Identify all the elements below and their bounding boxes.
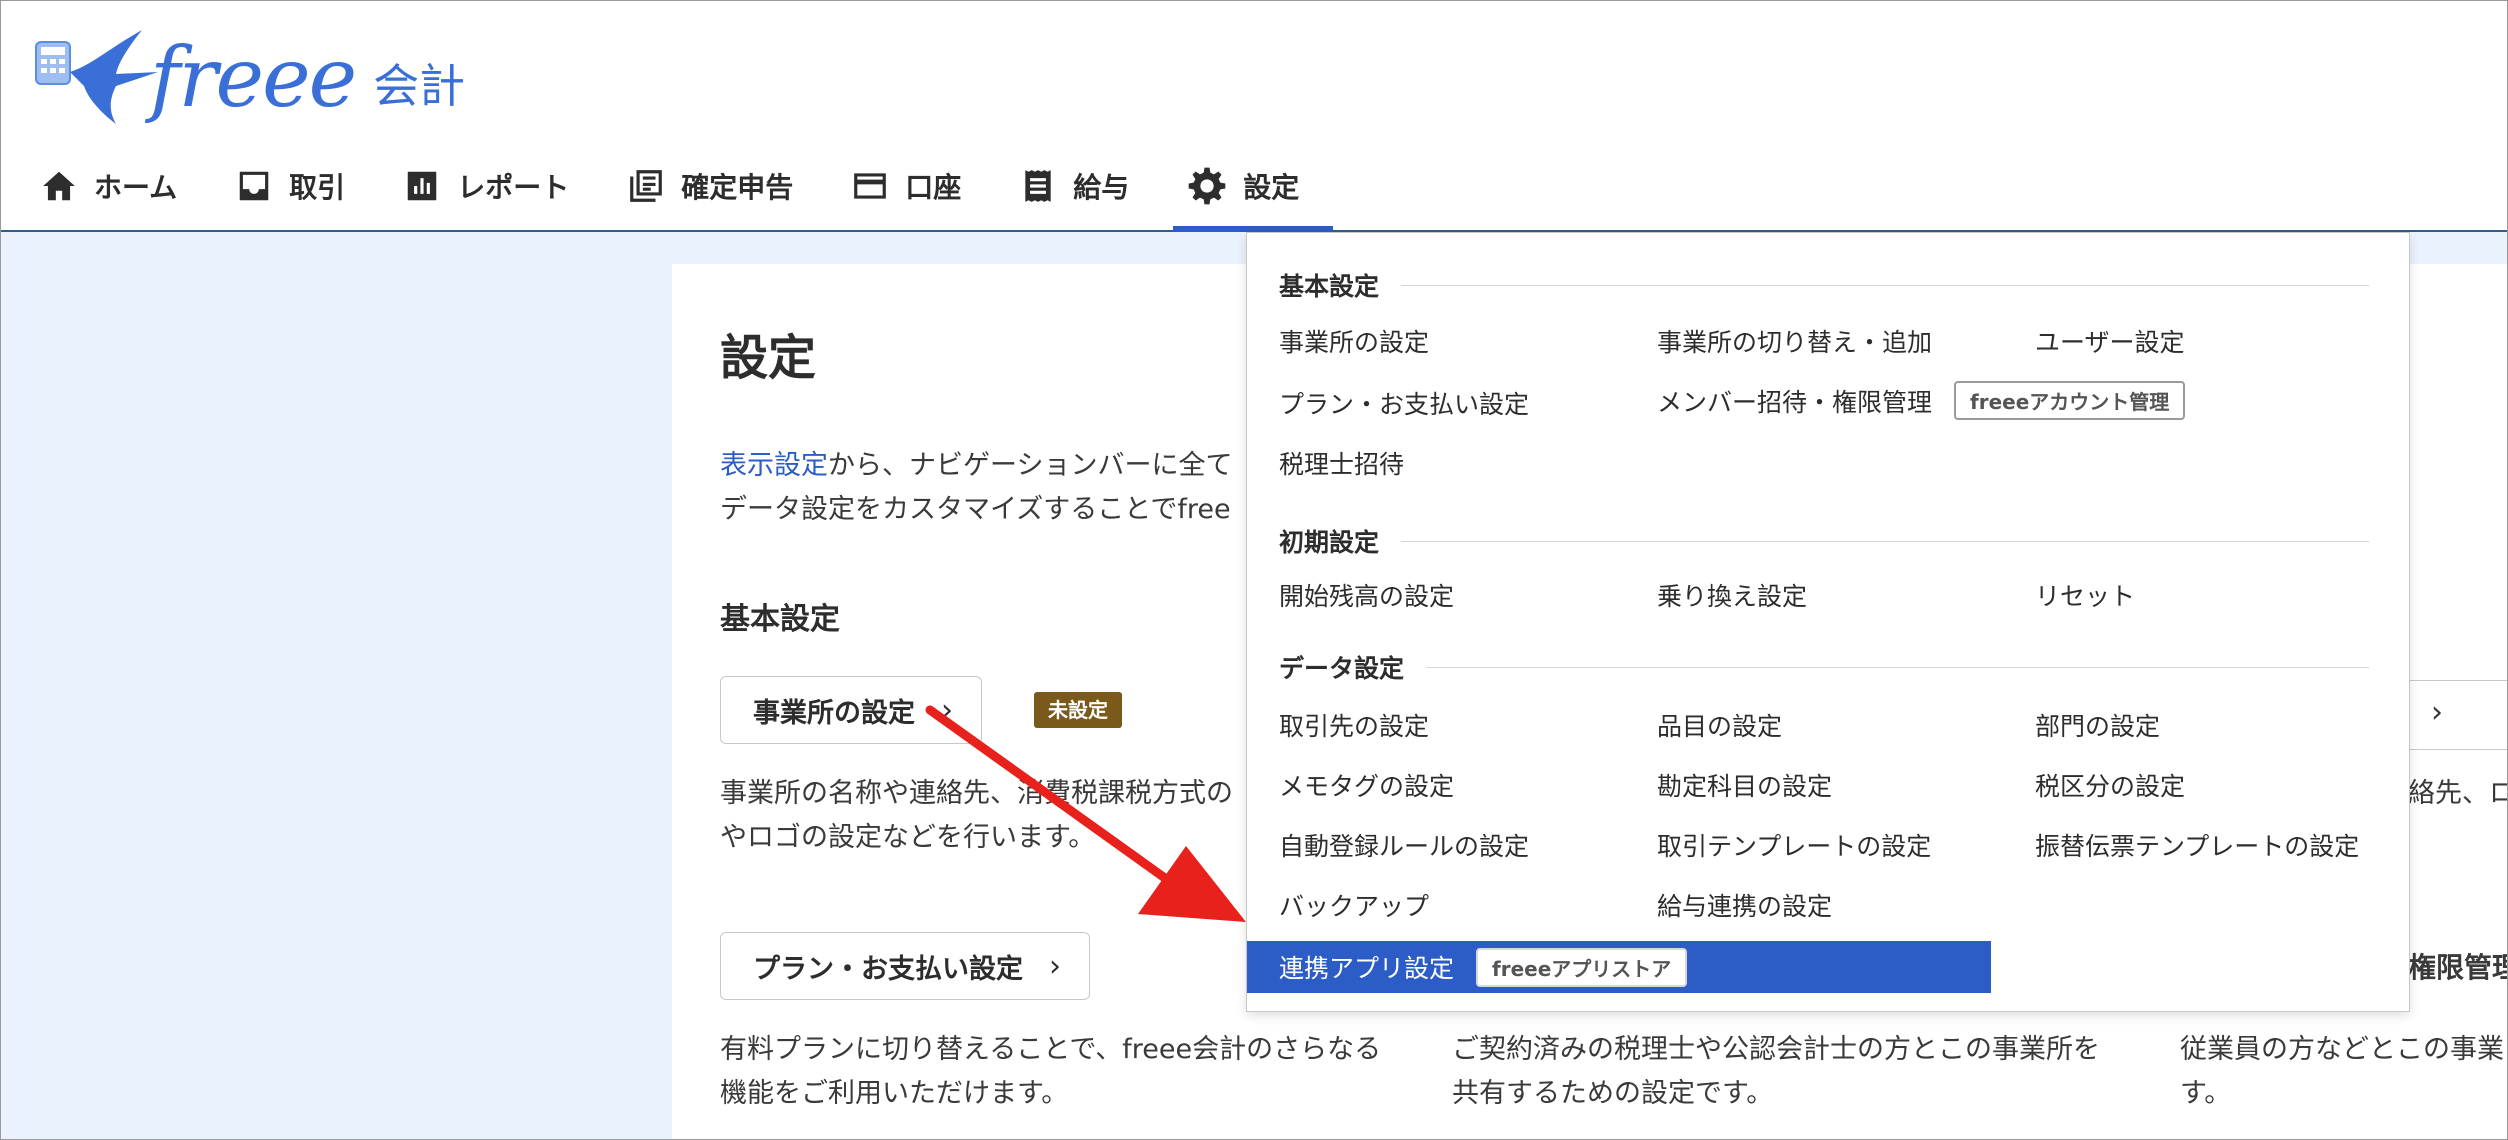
menu-memotags[interactable]: メモタグの設定 <box>1279 767 1454 803</box>
menu-opening-balance[interactable]: 開始残高の設定 <box>1279 577 1454 613</box>
desc-line: す。 <box>2180 1078 2232 1109</box>
nav-label: レポート <box>457 171 570 204</box>
menu-member-invite[interactable]: メンバー招待・権限管理 freeeアカウント管理 <box>1657 381 2186 420</box>
gear-icon <box>1188 167 1226 205</box>
menu-account-titles[interactable]: 勘定科目の設定 <box>1657 767 1832 803</box>
menu-migration[interactable]: 乗り換え設定 <box>1657 577 1807 613</box>
freee-account-tag[interactable]: freeeアカウント管理 <box>1954 381 2186 420</box>
menu-app-integration[interactable]: 連携アプリ設定 freeeアプリストア <box>1247 941 1991 993</box>
menu-accountant-invite[interactable]: 税理士招待 <box>1279 445 1404 481</box>
user-settings-button[interactable]: › <box>2404 680 2508 750</box>
section-title: 基本設定 <box>1279 272 1380 301</box>
intro-line-2: データ設定をカスタマイズすることでfree <box>720 494 1231 525</box>
desc-line: ご契約済みの税理士や公認会計士の方とこの事業所を <box>1452 1034 2100 1065</box>
logo-product-name: 会計 <box>373 59 466 113</box>
nav-payroll[interactable]: 給与 <box>1019 150 1129 222</box>
menu-reset[interactable]: リセット <box>2035 577 2135 613</box>
nav-label: 口座 <box>905 171 962 204</box>
home-icon <box>43 171 75 201</box>
menu-office-switch[interactable]: 事業所の切り替え・追加 <box>1657 323 1932 359</box>
desc-line: 機能をご利用いただけます。 <box>720 1078 1069 1109</box>
nav-label: ホーム <box>94 171 178 204</box>
red-annotation-arrow-icon <box>925 705 1246 922</box>
menu-partners[interactable]: 取引先の設定 <box>1279 707 1429 743</box>
nav-label: 設定 <box>1243 171 1300 204</box>
card-icon <box>854 173 887 199</box>
menu-tax-codes[interactable]: 税区分の設定 <box>2035 767 2185 803</box>
nav-reports[interactable]: レポート <box>403 150 569 222</box>
nav-accounts[interactable]: 口座 <box>851 150 961 222</box>
plan-payment-button[interactable]: プラン・お支払い設定 › <box>720 932 1090 1000</box>
intro-text: 表示設定から、ナビゲーションバーに全て データ設定をカスタマイズすることでfre… <box>720 444 1232 532</box>
nav-label: 確定申告 <box>681 171 794 204</box>
nav-deals[interactable]: 取引 <box>235 150 345 222</box>
section-title: 初期設定 <box>1279 528 1380 557</box>
settings-dropdown-menu: 基本設定 事業所の設定 事業所の切り替え・追加 ユーザー設定 プラン・お支払い設… <box>1246 232 2410 1012</box>
button-label: プラン・お支払い設定 <box>753 953 1023 985</box>
display-settings-link[interactable]: 表示設定 <box>720 450 828 481</box>
intro-line-1: から、ナビゲーションバーに全て <box>828 450 1233 481</box>
member-invite-description: 従業員の方などとこの事業 す。 <box>2180 1028 2504 1116</box>
app-header: freee 会計 ホーム 取引 レポート 確定申告 口座 給与 設定 <box>0 0 2508 232</box>
menu-office-settings[interactable]: 事業所の設定 <box>1279 323 1429 359</box>
menu-plan-payment[interactable]: プラン・お支払い設定 <box>1279 385 1529 421</box>
menu-payroll-link[interactable]: 給与連携の設定 <box>1657 887 1832 923</box>
menu-label: メンバー招待・権限管理 <box>1657 387 1933 417</box>
calculator-swallow-icon <box>30 28 160 128</box>
basic-settings-heading: 基本設定 <box>720 602 840 637</box>
chevron-right-icon: › <box>1049 948 1061 984</box>
menu-departments[interactable]: 部門の設定 <box>2035 707 2160 743</box>
menu-backup[interactable]: バックアップ <box>1279 887 1429 923</box>
menu-auto-rules[interactable]: 自動登録ルールの設定 <box>1279 827 1529 863</box>
plan-description: 有料プランに切り替えることで、freee会計のさらなる 機能をご利用いただけます… <box>720 1028 1381 1116</box>
menu-deal-templates[interactable]: 取引テンプレートの設定 <box>1657 827 1931 863</box>
dropdown-section-initial: 初期設定 <box>1279 523 2369 559</box>
nav-label: 給与 <box>1073 171 1130 204</box>
freee-logo[interactable]: freee 会計 <box>30 28 465 128</box>
main-navigation: ホーム 取引 レポート 確定申告 口座 給与 設定 <box>40 150 1357 232</box>
tax-return-icon <box>630 170 663 202</box>
payroll-receipt-icon <box>1025 170 1051 202</box>
dropdown-section-data: データ設定 <box>1279 649 2369 685</box>
desc-line: 有料プランに切り替えることで、freee会計のさらなる <box>720 1034 1382 1065</box>
chevron-right-icon: › <box>2431 695 2443 730</box>
report-chart-icon <box>407 171 437 201</box>
section-title: データ設定 <box>1279 654 1405 683</box>
menu-label: 連携アプリ設定 <box>1279 954 1455 983</box>
freee-app-store-tag[interactable]: freeeアプリストア <box>1476 947 1688 987</box>
logo-wordmark: freee <box>150 30 357 126</box>
menu-transfer-templates[interactable]: 振替伝票テンプレートの設定 <box>2035 827 2359 863</box>
nav-label: 取引 <box>289 171 346 204</box>
menu-user-settings[interactable]: ユーザー設定 <box>2035 323 2185 359</box>
inbox-icon <box>239 171 269 201</box>
member-invite-button-label[interactable]: 権限管理 <box>2408 946 2508 990</box>
desc-line: 共有するための設定です。 <box>1452 1078 1774 1109</box>
page-title: 設定 <box>720 330 817 386</box>
desc-line: 従業員の方などとこの事業 <box>2180 1034 2504 1065</box>
button-label: 事業所の設定 <box>753 697 915 729</box>
nav-tax-return[interactable]: 確定申告 <box>627 150 793 222</box>
right-column-description: 絡先、ロ <box>2408 778 2508 809</box>
nav-home[interactable]: ホーム <box>40 150 177 222</box>
dropdown-section-basic: 基本設定 <box>1279 267 2369 303</box>
menu-items[interactable]: 品目の設定 <box>1657 707 1782 743</box>
nav-settings[interactable]: 設定 <box>1173 150 1334 232</box>
accountant-invite-description: ご契約済みの税理士や公認会計士の方とこの事業所を 共有するための設定です。 <box>1452 1028 2100 1116</box>
